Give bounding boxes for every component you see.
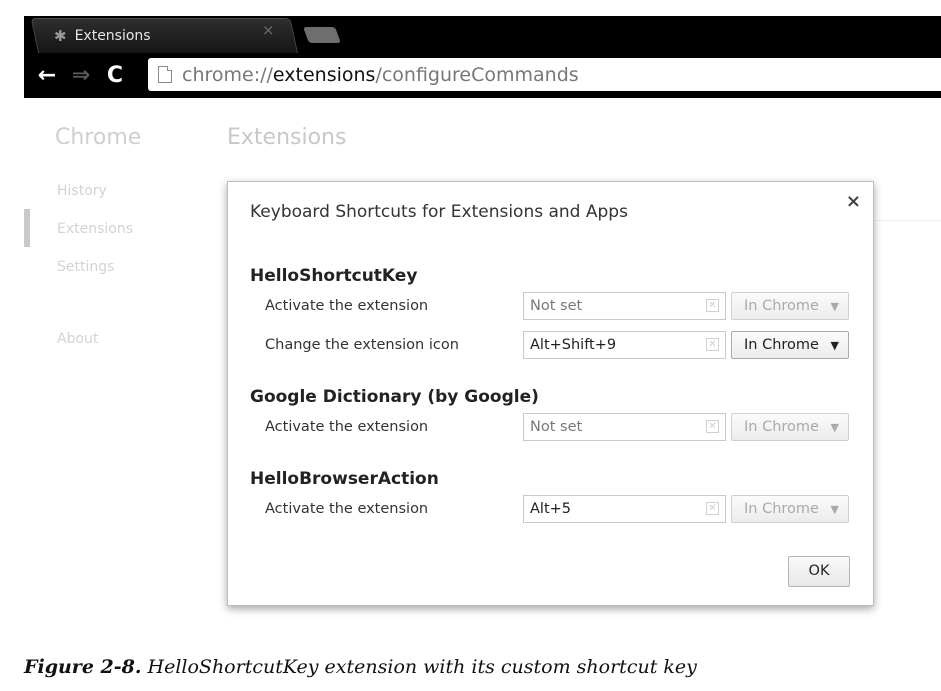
chevron-down-icon: ▼ xyxy=(830,339,839,352)
keyboard-shortcuts-dialog: Keyboard Shortcuts for Extensions and Ap… xyxy=(227,181,874,606)
figure-caption: Figure 2-8. HelloShortcutKey extension w… xyxy=(24,656,697,678)
browser-toolbar: ← ⇒ C chrome://extensions/configureComma… xyxy=(24,54,941,96)
shortcut-value: Alt+Shift+9 xyxy=(530,337,617,353)
clear-shortcut-icon[interactable]: ✕ xyxy=(706,338,719,351)
scope-select[interactable]: In Chrome ▼ xyxy=(731,331,849,359)
caption-text: HelloShortcutKey extension with its cust… xyxy=(147,656,697,678)
shortcut-value: Not set xyxy=(530,298,583,314)
puzzle-piece-icon: ✱ xyxy=(54,27,67,45)
command-label: Change the extension icon xyxy=(265,337,459,353)
url-host: extensions xyxy=(272,63,376,86)
scope-value: In Chrome xyxy=(744,419,819,435)
dialog-title: Keyboard Shortcuts for Extensions and Ap… xyxy=(250,202,628,222)
scope-select[interactable]: In Chrome ▼ xyxy=(731,413,849,441)
chevron-down-icon: ▼ xyxy=(830,300,839,313)
scope-select[interactable]: In Chrome ▼ xyxy=(731,495,849,523)
scope-value: In Chrome xyxy=(744,337,819,353)
url-path: /configureCommands xyxy=(375,63,579,86)
sidebar-item-history[interactable]: History xyxy=(57,183,107,199)
clear-shortcut-icon[interactable]: ✕ xyxy=(706,299,719,312)
extension-name: Google Dictionary (by Google) xyxy=(250,387,539,407)
scope-select[interactable]: In Chrome ▼ xyxy=(731,292,849,320)
page-title: Extensions xyxy=(227,125,347,150)
forward-arrow-icon[interactable]: ⇒ xyxy=(70,63,92,88)
sidebar-title: Chrome xyxy=(55,125,142,150)
clear-shortcut-icon[interactable]: ✕ xyxy=(706,420,719,433)
command-label: Activate the extension xyxy=(265,501,429,517)
chevron-down-icon: ▼ xyxy=(830,503,839,516)
scope-value: In Chrome xyxy=(744,298,819,314)
ok-button[interactable]: OK xyxy=(788,556,850,587)
figure-number: Figure 2-8. xyxy=(24,656,142,678)
reload-icon[interactable]: C xyxy=(104,63,126,88)
browser-window-frame: ✱ Extensions × ← ⇒ C chrome://extensions… xyxy=(24,16,941,98)
close-icon[interactable]: × xyxy=(846,191,861,212)
shortcut-input[interactable]: Not set ✕ xyxy=(523,292,726,320)
page-icon xyxy=(158,66,172,83)
tab-close-icon[interactable]: × xyxy=(262,21,275,39)
chevron-down-icon: ▼ xyxy=(830,421,839,434)
sidebar-item-settings[interactable]: Settings xyxy=(57,259,114,275)
sidebar-selection-marker xyxy=(24,209,30,247)
clear-shortcut-icon[interactable]: ✕ xyxy=(706,502,719,515)
shortcut-value: Not set xyxy=(530,419,583,435)
sidebar-item-about[interactable]: About xyxy=(57,331,98,347)
shortcut-input[interactable]: Alt+5 ✕ xyxy=(523,495,726,523)
tab-title: Extensions xyxy=(74,28,151,44)
shortcut-input[interactable]: Not set ✕ xyxy=(523,413,726,441)
shortcut-input[interactable]: Alt+Shift+9 ✕ xyxy=(523,331,726,359)
back-arrow-icon[interactable]: ← xyxy=(36,63,58,88)
command-label: Activate the extension xyxy=(265,298,429,314)
extension-name: HelloShortcutKey xyxy=(250,266,418,286)
address-bar[interactable]: chrome://extensions/configureCommands xyxy=(148,58,941,91)
shortcut-value: Alt+5 xyxy=(530,501,572,517)
url-scheme: chrome:// xyxy=(182,63,273,86)
new-tab-button[interactable] xyxy=(303,27,341,43)
scope-value: In Chrome xyxy=(744,501,819,517)
sidebar-item-extensions[interactable]: Extensions xyxy=(57,221,133,237)
extension-name: HelloBrowserAction xyxy=(250,469,439,489)
tab-content: ✱ Extensions xyxy=(54,22,294,50)
command-label: Activate the extension xyxy=(265,419,429,435)
